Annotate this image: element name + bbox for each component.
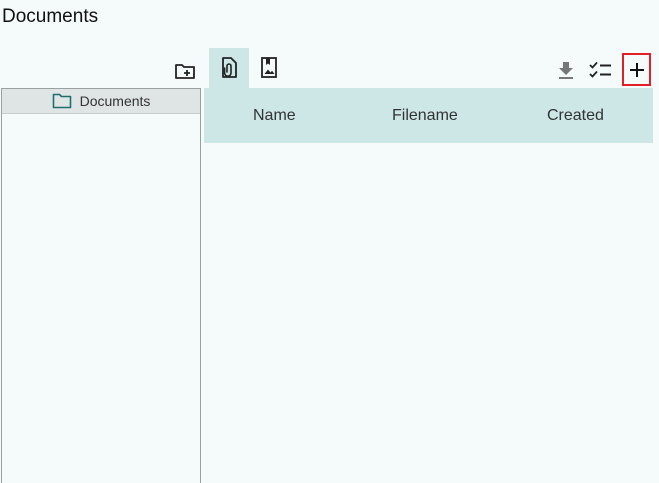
plus-icon (629, 62, 644, 77)
folder-tree-root-label: Documents (79, 93, 151, 109)
create-new-folder-icon (175, 64, 195, 79)
download-icon (559, 62, 573, 79)
attachment-file-icon (222, 57, 237, 78)
column-header-name[interactable]: Name (253, 88, 296, 143)
folder-tree-root[interactable]: Documents (2, 89, 200, 114)
select-multiple-button[interactable] (586, 56, 616, 84)
image-document-icon (261, 57, 277, 78)
download-button[interactable] (552, 56, 580, 84)
documents-table-header: Name Filename Created (204, 88, 653, 143)
tab-attachments[interactable] (209, 48, 249, 88)
new-folder-button[interactable] (170, 56, 200, 86)
column-header-created[interactable]: Created (547, 88, 604, 143)
checklist-icon (589, 61, 611, 78)
tab-images[interactable] (249, 48, 289, 88)
folder-icon (52, 93, 71, 109)
add-document-button[interactable] (622, 53, 651, 86)
folder-tree-panel: Documents (1, 88, 201, 483)
column-header-filename[interactable]: Filename (392, 88, 458, 143)
page-title: Documents (2, 6, 99, 27)
